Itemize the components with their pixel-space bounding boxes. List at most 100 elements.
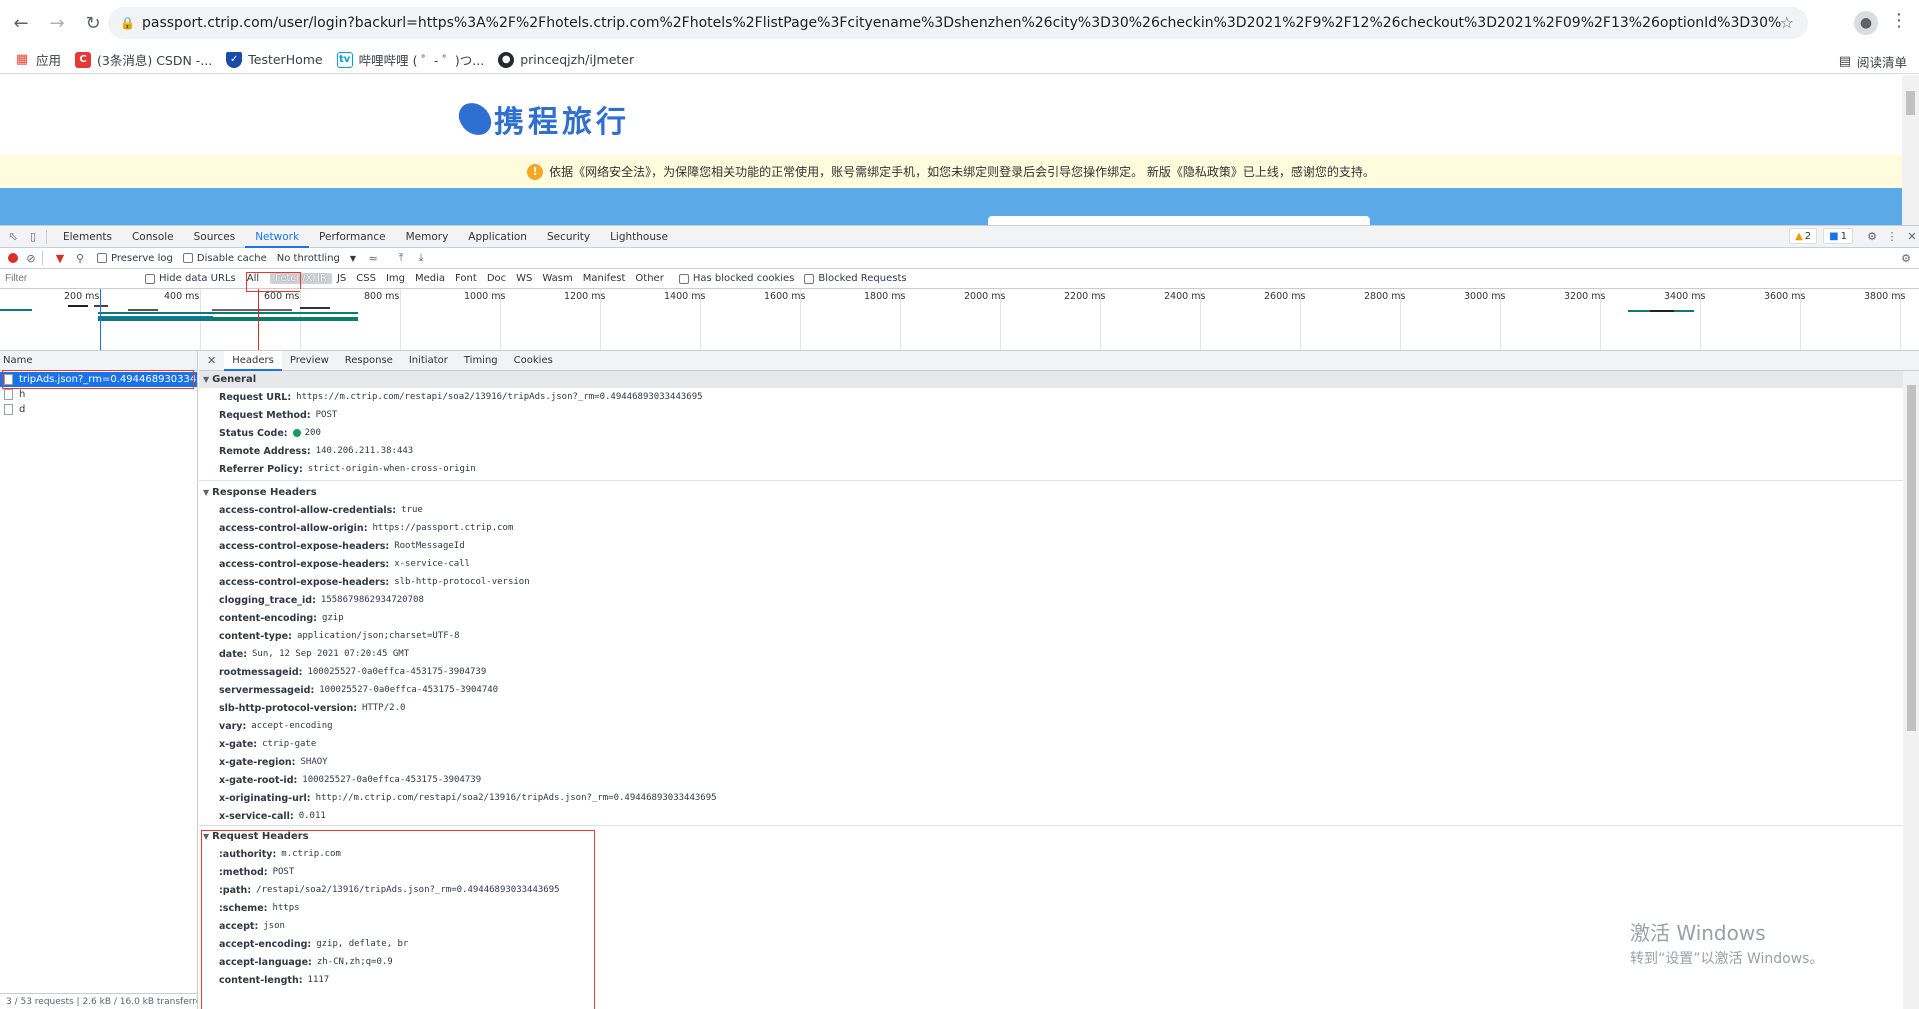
tab-elements[interactable]: Elements (53, 226, 122, 248)
filter-type-doc[interactable]: Doc (482, 273, 511, 284)
import-har-icon[interactable]: ⤒ (394, 251, 408, 265)
blocked-requests-checkbox[interactable]: Blocked Requests (804, 273, 907, 284)
checkbox-box[interactable] (97, 253, 107, 263)
preserve-log-checkbox[interactable]: Preserve log (97, 253, 173, 264)
response-headers-header[interactable]: ▼ Response Headers (199, 484, 1903, 501)
bookmark-github[interactable]: ● princeqjzh/iJmeter (498, 51, 634, 68)
device-toolbar-icon[interactable]: ▯ (26, 230, 40, 244)
tab-initiator[interactable]: Initiator (401, 351, 456, 371)
messages-badge[interactable]: ■ 1 (1823, 228, 1853, 244)
more-options-icon[interactable]: ⋮ (1885, 229, 1899, 243)
export-har-icon[interactable]: ⤓ (414, 251, 428, 265)
bookmark-bilibili[interactable]: tv 哔哩哔哩 ( ゜- ゜)つ... (336, 50, 484, 69)
request-row[interactable]: h (0, 387, 197, 402)
inspect-element-icon[interactable]: ⬁ (6, 230, 20, 244)
tab-security[interactable]: Security (537, 226, 600, 248)
header-key: :authority: (219, 848, 277, 860)
has-blocked-cookies-checkbox[interactable]: Has blocked cookies (678, 273, 794, 284)
tab-response[interactable]: Response (337, 351, 401, 371)
page-scrollbar[interactable] (1902, 75, 1919, 225)
timeline-tick-label: 200 ms (64, 291, 100, 302)
page-scrollbar-thumb[interactable] (1906, 91, 1915, 115)
tab-network[interactable]: Network (245, 226, 310, 248)
filter-type-js[interactable]: JS (332, 273, 351, 284)
bookmark-testerhome[interactable]: ✓ TesterHome (226, 51, 323, 68)
bookmark-star-icon[interactable]: ☆ (1780, 13, 1794, 32)
filter-type-manifest[interactable]: Manifest (578, 273, 631, 284)
search-icon[interactable]: ⚲ (73, 251, 87, 265)
profile-avatar-icon[interactable]: ● (1854, 11, 1878, 35)
tab-performance[interactable]: Performance (309, 226, 396, 248)
filter-type-css[interactable]: CSS (351, 273, 381, 284)
url-text[interactable]: passport.ctrip.com/user/login?backurl=ht… (142, 15, 1782, 31)
dom-content-loaded-line (100, 289, 101, 350)
header-value: https (272, 903, 300, 913)
csdn-icon: C (75, 51, 92, 68)
filter-type-media[interactable]: Media (410, 273, 450, 284)
filter-funnel-icon[interactable]: ▼ (53, 251, 67, 265)
filter-input[interactable] (3, 270, 133, 287)
general-section-header[interactable]: ▼ General (199, 371, 1903, 388)
gear-icon[interactable]: ⚙ (1865, 229, 1879, 243)
bookmark-csdn[interactable]: C (3条消息) CSDN -... (75, 50, 212, 69)
checkbox-box[interactable] (804, 273, 815, 284)
bookmark-apps[interactable]: ▦ 应用 (14, 50, 61, 69)
tab-cookies[interactable]: Cookies (506, 351, 561, 371)
request-row[interactable]: tripAds.json?_rm=0.49446893033443695 (0, 372, 197, 387)
reading-list-button[interactable]: ▤ 阅读清单 (1839, 52, 1907, 71)
detail-scrollbar[interactable] (1903, 371, 1919, 1009)
close-icon[interactable]: ✕ (1905, 229, 1919, 243)
close-detail-icon[interactable]: ✕ (199, 354, 224, 367)
checkbox-box[interactable] (182, 253, 193, 263)
tab-lighthouse[interactable]: Lighthouse (600, 226, 678, 248)
tab-preview[interactable]: Preview (282, 351, 337, 371)
disable-cache-checkbox[interactable]: Disable cache (182, 253, 267, 264)
network-settings-gear-icon[interactable]: ⚙ (1899, 251, 1913, 265)
header-row: clogging_trace_id: 1558679862934720708 (199, 591, 1903, 609)
checkbox-box[interactable] (678, 273, 689, 284)
detail-scrollbar-thumb[interactable] (1907, 385, 1916, 731)
waterfall-bar (98, 317, 358, 321)
waterfall-bar (98, 312, 358, 314)
filter-type-font[interactable]: Font (450, 273, 482, 284)
filter-type-all[interactable]: All (242, 273, 264, 284)
throttling-select[interactable]: No throttling ▼ (277, 253, 356, 264)
timeline-tick-label: 3400 ms (1664, 291, 1706, 302)
header-row: Referrer Policy: strict-origin-when-cross… (199, 460, 1903, 478)
request-headers-header[interactable]: ▼ Request Headers (199, 828, 1903, 845)
record-icon[interactable] (8, 253, 18, 263)
timeline-tick-label: 1200 ms (564, 291, 606, 302)
name-column-header[interactable]: Name (0, 351, 197, 371)
address-bar[interactable]: 🔒 passport.ctrip.com/user/login?backurl=… (108, 7, 1808, 39)
header-row: x-gate: ctrip-gate (199, 735, 1903, 753)
forward-arrow-icon[interactable]: → (42, 8, 72, 38)
header-row: :path: /restapi/soa2/13916/tripAds.json?_… (199, 881, 1903, 899)
tab-sources[interactable]: Sources (184, 226, 246, 248)
waterfall-bar (300, 307, 330, 309)
filter-type-ws[interactable]: WS (511, 273, 537, 284)
browser-menu-icon[interactable]: ⋮ (1890, 10, 1908, 31)
tab-memory[interactable]: Memory (396, 226, 459, 248)
clear-icon[interactable]: ⊘ (24, 251, 38, 265)
header-row: :scheme: https (199, 899, 1903, 917)
tab-application[interactable]: Application (458, 226, 537, 248)
reload-icon[interactable]: ↻ (78, 8, 108, 38)
tab-headers[interactable]: Headers (224, 350, 282, 371)
checkbox-box[interactable] (145, 273, 155, 284)
request-row[interactable]: d (0, 402, 197, 417)
lock-icon: 🔒 (120, 16, 135, 30)
hide-data-urls-checkbox[interactable]: Hide data URLs (145, 273, 236, 284)
section-title: General (212, 374, 257, 385)
ctrip-logo[interactable]: 携程旅行 (455, 97, 630, 141)
tab-console[interactable]: Console (122, 226, 184, 248)
network-conditions-icon[interactable]: ≈ (366, 251, 380, 265)
tab-timing[interactable]: Timing (456, 351, 506, 371)
filter-type-img[interactable]: Img (381, 273, 410, 284)
timeline-tick-label: 2600 ms (1264, 291, 1306, 302)
warnings-badge[interactable]: ▲ 2 (1789, 228, 1818, 244)
filter-type-fetch-xhr[interactable]: Fetch/XHR (270, 273, 332, 284)
filter-type-wasm[interactable]: Wasm (537, 273, 577, 284)
network-overview-timeline[interactable]: 200 ms 400 ms 600 ms 800 ms 1000 ms 1200 ms 14… (0, 289, 1919, 351)
back-arrow-icon[interactable]: ← (6, 8, 36, 38)
filter-type-other[interactable]: Other (630, 273, 668, 284)
